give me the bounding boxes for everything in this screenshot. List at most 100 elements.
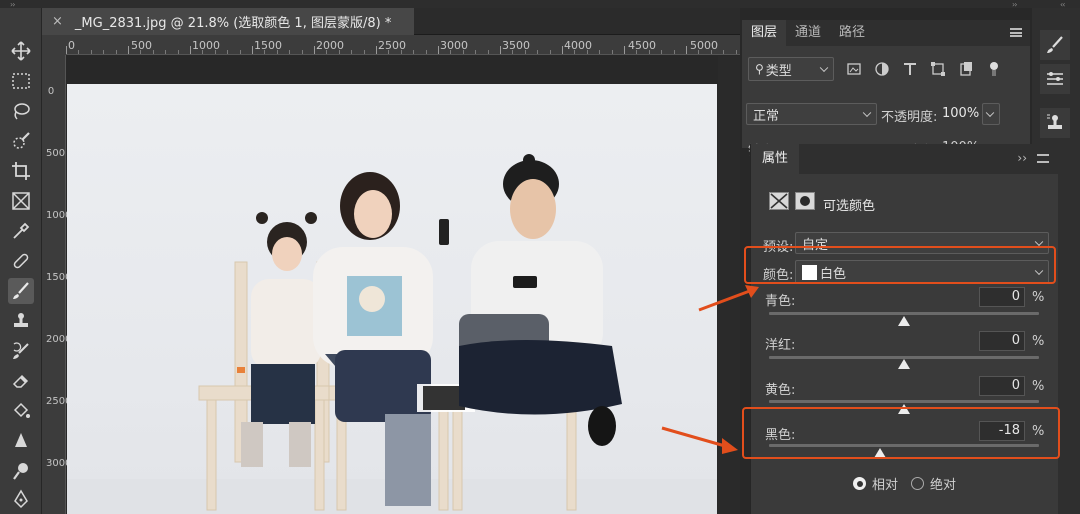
smart-object-filter-icon[interactable] [958, 61, 974, 77]
ruler-tick [636, 50, 637, 54]
ruler-label: 3000 [46, 458, 72, 469]
chevron-down-icon [1034, 237, 1044, 247]
ruler-tick [661, 50, 662, 54]
dodge-tool-icon[interactable] [8, 458, 34, 484]
tools-panel [0, 8, 42, 514]
type-layer-filter-icon[interactable] [902, 61, 918, 77]
ruler-label: 500 [131, 39, 152, 52]
crop-tool-icon[interactable] [8, 158, 34, 184]
radio-unselected-icon [911, 477, 924, 490]
horizontal-ruler[interactable]: 0 500 1000 1500 2000 2500 3000 3500 4000… [66, 35, 740, 55]
blend-mode-dropdown[interactable]: 正常 [746, 103, 877, 125]
ruler-label: 1500 [46, 272, 72, 283]
brush-settings-icon[interactable] [1040, 30, 1070, 60]
healing-brush-tool-icon[interactable] [8, 248, 34, 274]
brush-tool-icon[interactable] [8, 278, 34, 304]
ruler-tick [463, 50, 464, 54]
pixel-layer-filter-icon[interactable] [846, 61, 862, 77]
ruler-tick [314, 46, 315, 54]
method-relative-label: 相对 [872, 478, 899, 493]
properties-panel-title[interactable]: 属性 [751, 144, 799, 174]
family-photo [67, 154, 717, 514]
quick-selection-tool-icon[interactable] [8, 128, 34, 154]
blend-mode-value: 正常 [753, 108, 780, 124]
ruler-tick [599, 50, 600, 54]
cyan-slider-thumb[interactable] [898, 316, 910, 326]
eraser-tool-icon[interactable] [8, 368, 34, 394]
layer-filter-dropdown[interactable]: ⚲ 类型 [748, 57, 834, 81]
tab-paths[interactable]: 路径 [830, 20, 874, 46]
vertical-ruler[interactable]: 0 500 1000 1500 2000 2500 3000 [42, 55, 72, 514]
ruler-tick [339, 50, 340, 54]
annotation-arrow-icon [661, 426, 738, 454]
magenta-slider-thumb[interactable] [898, 359, 910, 369]
ruler-label: 0 [47, 86, 55, 97]
panel-menu-icon[interactable] [1010, 28, 1022, 37]
ruler-tick [401, 50, 402, 54]
document-tab-title: _MG_2831.jpg @ 21.8% (选取颜色 1, 图层蒙版/8) * [74, 16, 392, 31]
ruler-tick [240, 50, 241, 54]
ruler-tick [78, 50, 79, 54]
tab-channels[interactable]: 通道 [786, 20, 830, 46]
cyan-percent: % [1032, 290, 1045, 305]
document-tab[interactable]: × _MG_2831.jpg @ 21.8% (选取颜色 1, 图层蒙版/8) … [42, 8, 414, 35]
opacity-value[interactable]: 100% [942, 106, 979, 121]
ruler-label: 0 [68, 39, 75, 52]
magenta-percent: % [1032, 334, 1045, 349]
lasso-tool-icon[interactable] [8, 98, 34, 124]
close-tab-icon[interactable]: × [52, 14, 63, 29]
ruler-tick [215, 50, 216, 54]
frame-tool-icon[interactable] [8, 188, 34, 214]
collapse-panel-icon[interactable]: ›› [1017, 151, 1027, 165]
highlight-box-colors [744, 246, 1056, 284]
clone-source-icon[interactable] [1040, 108, 1070, 138]
ruler-tick [550, 50, 551, 54]
magenta-value-field[interactable]: 0 [979, 331, 1025, 351]
highlight-box-black [742, 407, 1060, 459]
method-absolute-radio[interactable]: 绝对 [911, 474, 956, 493]
blur-tool-icon[interactable] [8, 428, 34, 454]
ruler-tick [698, 50, 699, 54]
paint-bucket-tool-icon[interactable] [8, 398, 34, 424]
adjustment-layer-filter-icon[interactable] [874, 61, 890, 77]
eyedropper-tool-icon[interactable] [8, 218, 34, 244]
history-brush-tool-icon[interactable] [8, 338, 34, 364]
chevron-down-icon [862, 108, 872, 118]
top-strip: ›› ›› ‹‹ [0, 0, 1080, 9]
ruler-tick [723, 50, 724, 54]
filter-toggle-icon[interactable] [986, 61, 1002, 77]
photo-image[interactable] [67, 84, 717, 514]
document-tab-bar: × _MG_2831.jpg @ 21.8% (选取颜色 1, 图层蒙版/8) … [42, 8, 740, 35]
layer-filter-value: 类型 [765, 63, 792, 79]
move-tool-icon[interactable] [8, 38, 34, 64]
yellow-value-field[interactable]: 0 [979, 376, 1025, 396]
yellow-slider-track[interactable] [769, 400, 1039, 403]
canvas-area[interactable] [67, 56, 740, 514]
tab-layers[interactable]: 图层 [742, 20, 787, 46]
marquee-tool-icon[interactable] [8, 68, 34, 94]
chevron-down-icon [819, 63, 829, 73]
ruler-tick [488, 50, 489, 54]
radio-selected-icon [853, 477, 866, 490]
ruler-label: 5000 [690, 39, 718, 52]
clone-stamp-tool-icon[interactable] [8, 308, 34, 334]
layer-filter-icons [846, 61, 1002, 77]
ruler-tick [252, 46, 253, 54]
cyan-label: 青色: [765, 294, 796, 309]
method-relative-radio[interactable]: 相对 [853, 474, 898, 493]
opacity-dropdown[interactable] [982, 103, 1000, 125]
properties-panel-header: 属性 ›› [751, 144, 1059, 174]
ruler-tick [537, 50, 538, 54]
ruler-label: 2500 [46, 396, 72, 407]
cyan-value-field[interactable]: 0 [979, 287, 1025, 307]
pen-tool-icon[interactable] [8, 486, 34, 512]
panel-menu-icon[interactable] [1037, 154, 1049, 163]
shape-layer-filter-icon[interactable] [930, 61, 946, 77]
layer-mask-icon[interactable] [795, 192, 815, 210]
ruler-tick [674, 50, 675, 54]
cyan-slider-track[interactable] [769, 312, 1039, 315]
ruler-tick [165, 50, 166, 54]
method-absolute-label: 绝对 [930, 478, 957, 493]
brushes-icon[interactable] [1040, 64, 1070, 94]
ruler-tick [351, 50, 352, 54]
